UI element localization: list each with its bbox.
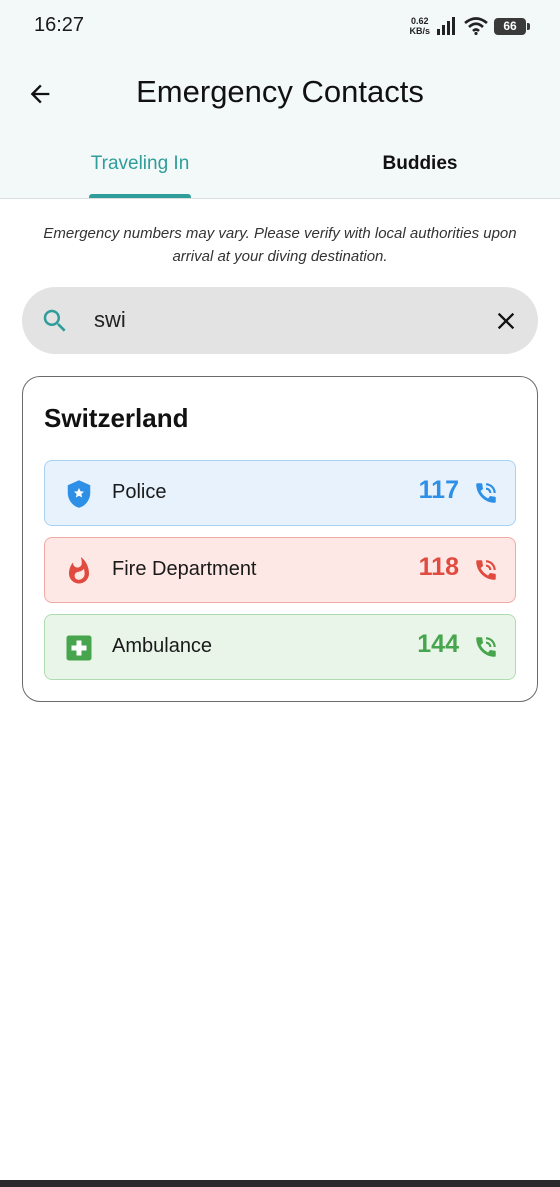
- medical-cross-icon: [66, 635, 92, 661]
- status-time: 16:27: [34, 14, 85, 36]
- contact-number[interactable]: 117: [419, 476, 459, 505]
- contact-row-fire-department[interactable]: Fire Department 118: [44, 537, 516, 603]
- page-title: Emergency Contacts: [136, 74, 424, 109]
- network-speed: 0.62 KB/s: [409, 16, 430, 36]
- phone-icon[interactable]: [473, 634, 499, 660]
- contact-number[interactable]: 144: [417, 630, 459, 659]
- contact-label: Police: [112, 481, 167, 503]
- battery-indicator: 66: [494, 17, 530, 35]
- status-icons: 0.62 KB/s 66: [409, 14, 530, 38]
- police-badge-icon: [67, 480, 91, 508]
- disclaimer-text: Emergency numbers may vary. Please verif…: [43, 225, 517, 265]
- contact-row-ambulance[interactable]: Ambulance 144: [44, 614, 516, 680]
- close-icon[interactable]: [492, 307, 520, 335]
- signal-icon: [437, 17, 455, 35]
- country-card: Switzerland Police 117 Fire Department 1…: [22, 376, 538, 702]
- network-speed-value: 0.62: [410, 16, 429, 26]
- app-header-area: 16:27 0.62 KB/s 66 Emergency Contacts Tr…: [0, 0, 560, 199]
- system-nav-bar: [0, 1180, 560, 1187]
- country-name: Switzerland: [44, 403, 189, 433]
- contact-row-police[interactable]: Police 117: [44, 460, 516, 526]
- tab-traveling-in[interactable]: Traveling In: [60, 153, 220, 199]
- phone-icon[interactable]: [473, 480, 499, 506]
- network-speed-unit: KB/s: [409, 26, 430, 36]
- phone-icon[interactable]: [473, 557, 499, 583]
- search-bar[interactable]: [22, 287, 538, 354]
- fire-icon: [69, 556, 89, 584]
- search-icon: [43, 309, 66, 332]
- search-input[interactable]: [94, 303, 474, 337]
- active-tab-indicator: [89, 194, 191, 198]
- contact-label: Ambulance: [112, 635, 213, 657]
- contact-label: Fire Department: [112, 558, 257, 580]
- wifi-icon: [464, 17, 488, 35]
- status-bar: 16:27 0.62 KB/s 66: [0, 0, 560, 52]
- contact-number[interactable]: 118: [419, 553, 459, 582]
- tab-buddies[interactable]: Buddies: [340, 153, 500, 199]
